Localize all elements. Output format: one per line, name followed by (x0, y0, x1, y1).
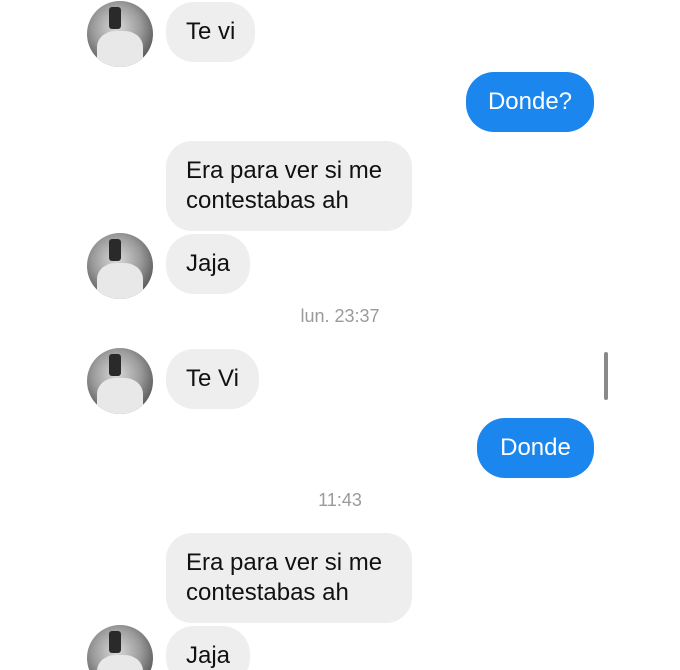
incoming-message-bubble[interactable]: Era para ver si me contestabas ah (166, 533, 412, 623)
person-silhouette (97, 378, 143, 414)
person-silhouette (97, 263, 143, 299)
incoming-message-bubble[interactable]: Era para ver si me contestabas ah (166, 141, 412, 231)
outgoing-message-bubble[interactable]: Donde (477, 418, 594, 478)
contact-avatar[interactable] (87, 1, 153, 67)
message-timestamp: 11:43 (318, 490, 362, 510)
person-silhouette (97, 31, 143, 67)
chat-thread[interactable]: Te vi Donde? Era para ver si me contesta… (0, 0, 680, 670)
person-silhouette (97, 655, 143, 670)
contact-avatar[interactable] (87, 625, 153, 670)
phone-silhouette (109, 7, 121, 29)
phone-silhouette (109, 239, 121, 261)
incoming-message-bubble[interactable]: Jaja (166, 626, 251, 670)
scrollbar-thumb[interactable] (604, 352, 608, 400)
contact-avatar[interactable] (87, 348, 153, 414)
incoming-message-bubble[interactable]: Te Vi (166, 349, 259, 409)
contact-avatar[interactable] (87, 233, 153, 299)
outgoing-message-bubble[interactable]: Donde? (466, 72, 594, 132)
message-timestamp: lun. 23:37 (300, 306, 380, 326)
phone-silhouette (109, 354, 121, 376)
incoming-message-bubble[interactable]: Jaja (166, 234, 251, 294)
incoming-message-bubble[interactable]: Te vi (166, 2, 256, 62)
phone-silhouette (109, 631, 121, 653)
